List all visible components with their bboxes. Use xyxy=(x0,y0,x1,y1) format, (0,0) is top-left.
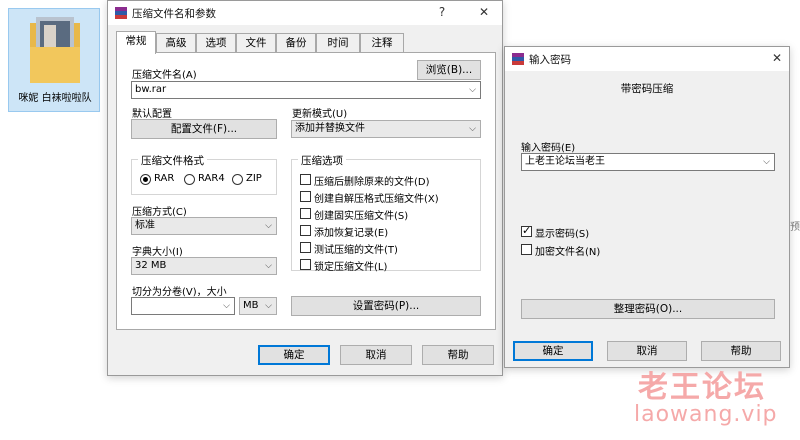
browse-button[interactable]: 浏览(B)... xyxy=(417,60,481,80)
password-dialog-title: 输入密码 xyxy=(529,54,571,66)
close-button[interactable]: ✕ xyxy=(767,51,787,65)
split-unit-select[interactable]: MB ⌵ xyxy=(239,297,277,315)
cancel-button[interactable]: 取消 xyxy=(340,345,412,365)
set-password-button[interactable]: 设置密码(P)... xyxy=(291,296,481,316)
option-solid-checkbox[interactable] xyxy=(300,208,311,219)
chevron-down-icon: ⌵ xyxy=(265,221,272,231)
option-delete-after-checkbox[interactable] xyxy=(300,174,311,185)
option-lock-checkbox[interactable] xyxy=(300,259,311,270)
option-label: 创建固实压缩文件(S) xyxy=(314,211,409,222)
password-dialog: 输入密码 ✕ 带密码压缩 输入密码(E) 上老王论坛当老王 ⌵ 显示密码(S) … xyxy=(504,46,790,368)
option-test-checkbox[interactable] xyxy=(300,242,311,253)
folder-thumbnail-icon xyxy=(30,17,80,83)
format-group: 压缩文件格式 RAR RAR4 ZIP xyxy=(131,153,277,195)
dict-label: 字典大小(I) xyxy=(132,247,183,258)
password-cancel-button[interactable]: 取消 xyxy=(607,341,687,361)
option-sfx-checkbox[interactable] xyxy=(300,191,311,202)
chevron-down-icon: ⌵ xyxy=(265,261,272,271)
option-recovery-checkbox[interactable] xyxy=(300,225,311,236)
profile-label: 默认配置 xyxy=(132,109,172,120)
chevron-down-icon: ⌵ xyxy=(763,157,770,167)
radio-zip[interactable] xyxy=(232,174,243,185)
password-title-bar: 输入密码 ✕ xyxy=(505,47,789,71)
method-label: 压缩方式(C) xyxy=(132,207,187,218)
dict-select[interactable]: 32 MB ⌵ xyxy=(131,257,277,275)
password-help-button[interactable]: 帮助 xyxy=(701,341,781,361)
watermark-url: laowang.vip xyxy=(634,402,778,427)
archive-options-window: 压缩文件名和参数 ? ✕ 常规 高级 选项 文件 备份 时间 注释 压缩文件名(… xyxy=(107,0,503,376)
tab-general[interactable]: 常规 xyxy=(116,31,156,54)
option-label: 添加恢复记录(E) xyxy=(314,228,389,239)
update-mode-value: 添加并替换文件 xyxy=(295,123,365,134)
dict-value: 32 MB xyxy=(135,260,167,271)
tab-backup[interactable]: 备份 xyxy=(276,33,316,53)
chevron-down-icon: ⌵ xyxy=(265,301,272,311)
close-button[interactable]: ✕ xyxy=(474,5,494,19)
help-title-button[interactable]: ? xyxy=(432,5,452,19)
encrypt-names-label: 加密文件名(N) xyxy=(535,247,601,258)
method-value: 标准 xyxy=(135,220,155,231)
password-dialog-heading: 带密码压缩 xyxy=(620,83,674,95)
chevron-down-icon: ⌵ xyxy=(469,124,476,134)
ok-button[interactable]: 确定 xyxy=(258,345,330,365)
show-password-checkbox[interactable] xyxy=(521,224,532,237)
winrar-icon xyxy=(115,7,127,19)
tab-advanced[interactable]: 高级 xyxy=(156,33,196,53)
desktop-icon-label: 咪妮 白袜啦啦队 xyxy=(18,93,92,104)
option-label: 创建自解压格式压缩文件(X) xyxy=(314,194,439,205)
edge-text: 预 xyxy=(790,222,800,233)
split-label: 切分为分卷(V)，大小 xyxy=(132,287,227,298)
option-label: 锁定压缩文件(L) xyxy=(314,262,388,273)
method-select[interactable]: 标准 ⌵ xyxy=(131,217,277,235)
watermark-title: 老王论坛 xyxy=(638,370,766,405)
tab-options[interactable]: 选项 xyxy=(196,33,236,53)
chevron-down-icon: ⌵ xyxy=(223,301,230,311)
window-title: 压缩文件名和参数 xyxy=(132,8,216,20)
desktop-icon[interactable]: 咪妮 白袜啦啦队 xyxy=(8,8,100,112)
help-button[interactable]: 帮助 xyxy=(422,345,494,365)
password-label: 输入密码(E) xyxy=(521,143,576,154)
tab-comment[interactable]: 注释 xyxy=(360,33,404,53)
archive-name-combo[interactable]: bw.rar ⌵ xyxy=(131,81,481,99)
tab-time[interactable]: 时间 xyxy=(316,33,360,53)
archive-name-label: 压缩文件名(A) xyxy=(132,70,197,81)
option-label: 测试压缩的文件(T) xyxy=(314,245,398,256)
option-label: 压缩后删除原来的文件(D) xyxy=(314,177,430,188)
chevron-down-icon: ⌵ xyxy=(469,85,476,95)
winrar-icon xyxy=(512,53,524,65)
split-size-combo[interactable]: ⌵ xyxy=(131,297,235,315)
radio-zip-label: ZIP xyxy=(246,173,262,184)
format-group-title: 压缩文件格式 xyxy=(138,153,207,168)
update-mode-select[interactable]: 添加并替换文件 ⌵ xyxy=(291,120,481,138)
options-group-title: 压缩选项 xyxy=(298,153,346,168)
radio-rar4[interactable] xyxy=(184,174,195,185)
password-ok-button[interactable]: 确定 xyxy=(513,341,593,361)
options-group: 压缩选项 压缩后删除原来的文件(D) 创建自解压格式压缩文件(X) 创建固实压缩… xyxy=(291,153,481,273)
archive-name-value: bw.rar xyxy=(135,84,167,95)
radio-rar-label: RAR xyxy=(154,173,175,184)
profile-button[interactable]: 配置文件(F)... xyxy=(131,119,277,139)
password-value: 上老王论坛当老王 xyxy=(525,156,605,167)
radio-rar[interactable] xyxy=(140,174,151,185)
general-panel: 压缩文件名(A) 浏览(B)... bw.rar ⌵ 默认配置 配置文件(F).… xyxy=(116,52,496,330)
tab-files[interactable]: 文件 xyxy=(236,33,276,53)
update-mode-label: 更新模式(U) xyxy=(292,109,348,120)
organize-passwords-button[interactable]: 整理密码(O)... xyxy=(521,299,775,319)
radio-rar4-label: RAR4 xyxy=(198,173,225,184)
title-bar: 压缩文件名和参数 ? ✕ xyxy=(108,1,502,25)
password-input[interactable]: 上老王论坛当老王 ⌵ xyxy=(521,153,775,171)
encrypt-names-checkbox[interactable] xyxy=(521,244,532,255)
split-unit-value: MB xyxy=(243,300,259,311)
show-password-label: 显示密码(S) xyxy=(535,229,590,240)
